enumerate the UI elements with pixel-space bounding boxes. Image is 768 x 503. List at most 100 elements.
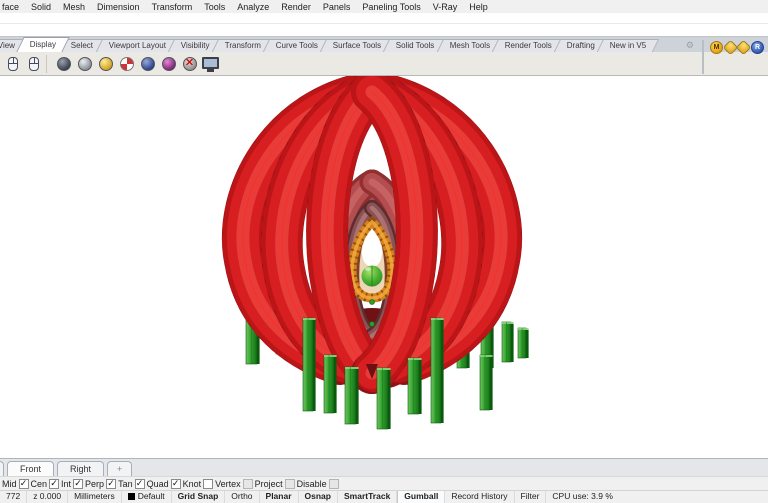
osnap-label: Cen [30,478,48,489]
menu-panels[interactable]: Panels [317,2,357,12]
osnap-mid[interactable]: Mid ✓ [2,478,29,489]
osnap-checkbox-project[interactable] [284,478,295,489]
viewport-tab-right[interactable]: Right [57,461,105,476]
osnap-checkbox-quad[interactable]: ✓ [170,478,181,489]
mouse-right-icon[interactable] [24,54,43,73]
leaf-plank[interactable] [501,321,514,363]
tab-viewport-layout[interactable]: Viewport Layout [95,39,180,52]
fullscreen-monitor-icon[interactable] [201,54,220,73]
tab-label: Solid Tools [395,41,435,50]
viewport-tab-partial[interactable] [0,461,4,476]
statusbar-filter[interactable]: Filter [515,490,547,503]
viewport-front[interactable] [0,76,768,458]
new-viewport-tab[interactable]: + [107,461,133,476]
menu-mesh[interactable]: Mesh [57,2,91,12]
display-toolbar: ✕ [0,52,768,76]
shaded-viewport-icon[interactable] [75,54,94,73]
tab-label: Display [29,40,57,49]
tab-label: Visibility [180,41,210,50]
osnap-knot[interactable]: Knot [182,478,214,489]
leaf-plank[interactable] [376,367,391,430]
menu-dimension[interactable]: Dimension [91,2,146,12]
menu-v-ray[interactable]: V-Ray [427,2,464,12]
osnap-tan[interactable]: Tan ✓ [118,478,145,489]
statusbar-planar[interactable]: Planar [260,490,299,503]
status-bar: 772 z 0.000 Millimeters Default Grid Snap Ort… [0,490,768,503]
osnap-bar: Mid ✓ Cen ✓ Int ✓ Perp ✓ Tan ✓ Quad ✓ Knot Vertex Proj… [0,476,768,490]
leaf-plank[interactable] [479,354,493,411]
leaf-plank[interactable] [302,317,316,412]
rose-3d-model [0,76,529,430]
osnap-checkbox-int[interactable]: ✓ [73,478,84,489]
osnap-disable[interactable]: Disable [297,478,339,489]
osnap-quad[interactable]: Quad ✓ [146,478,181,489]
stem-node [369,321,375,327]
osnap-checkbox-knot[interactable] [203,478,214,489]
red-x-glyph: ✕ [184,57,195,69]
leaf-plank[interactable] [323,354,337,414]
osnap-int[interactable]: Int ✓ [61,478,84,489]
osnap-checkbox-vertex[interactable] [242,478,253,489]
menu-analyze[interactable]: Analyze [231,2,275,12]
menu-solid[interactable]: Solid [25,2,57,12]
rendered-viewport-icon[interactable] [96,54,115,73]
menu-transform[interactable]: Transform [146,2,199,12]
tab-label: Mesh Tools [449,41,490,50]
statusbar-record-history[interactable]: Record History [445,490,515,503]
osnap-label: Quad [146,478,169,489]
osnap-vertex[interactable]: Vertex [215,478,253,489]
leaf-plank[interactable] [344,366,359,425]
statusbar-ortho[interactable]: Ortho [225,490,260,503]
menu-tools[interactable]: Tools [198,2,231,12]
tab-label: Transform [224,41,261,50]
gear-icon[interactable]: ⚙ [686,39,694,52]
menu-help[interactable]: Help [463,2,494,12]
osnap-label: Knot [182,478,202,489]
layer-pane[interactable]: Default [122,490,172,503]
osnap-checkbox-tan[interactable]: ✓ [134,478,145,489]
viewport-tab-front[interactable]: Front [7,461,55,476]
osnap-label: Tan [118,478,133,489]
osnap-project[interactable]: Project [254,478,295,489]
technical-viewport-icon[interactable] [159,54,178,73]
osnap-checkbox-cen[interactable]: ✓ [49,478,60,489]
toolbar-separator [46,54,51,73]
tab-display[interactable]: Display [16,37,71,52]
xray-viewport-icon[interactable] [138,54,157,73]
statusbar-gumball[interactable]: Gumball [397,490,446,503]
osnap-label: Project [254,478,283,489]
mouse-left-icon[interactable] [3,54,22,73]
menu-face[interactable]: face [0,2,25,12]
statusbar-smarttrack[interactable]: SmartTrack [338,490,398,503]
statusbar-grid-snap[interactable]: Grid Snap [172,490,226,503]
command-area[interactable] [0,13,768,37]
osnap-checkbox-disable[interactable] [328,478,339,489]
stem-node [369,299,375,305]
osnap-checkbox-mid[interactable]: ✓ [18,478,29,489]
osnap-checkbox-perp[interactable]: ✓ [106,478,117,489]
vray-toolbar-icon-2[interactable] [735,39,752,56]
wireframe-viewport-icon[interactable] [54,54,73,73]
wireframe-viewport-icon-glyph [56,56,71,71]
leaf-plank[interactable] [517,327,529,359]
tab-new-in-v5[interactable]: New in V5 [596,39,660,52]
vray-render-icon[interactable]: R [751,41,764,54]
hide-display-icon[interactable]: ✕ [180,54,199,73]
tab-label: Viewport Layout [108,41,166,50]
menu-paneling-tools[interactable]: Paneling Tools [356,2,426,12]
leaf-plank[interactable] [407,357,422,415]
osnap-cen[interactable]: Cen ✓ [30,478,60,489]
command-prompt-line[interactable] [0,24,768,35]
osnap-perp[interactable]: Perp ✓ [85,478,117,489]
menu-render[interactable]: Render [275,2,317,12]
tab-label: Render Tools [504,41,552,50]
statusbar-osnap[interactable]: Osnap [299,490,338,503]
mouse-right-icon-glyph [28,56,39,71]
tab-label: Select [71,41,94,50]
ghosted-viewport-icon[interactable] [117,54,136,73]
units-readout[interactable]: Millimeters [68,490,122,503]
toolbar-tab-bar: View Display Select Viewport Layout Visibili… [0,37,768,52]
shaded-viewport-icon-glyph [77,56,92,71]
leaf-plank[interactable] [430,317,444,424]
vray-materials-icon[interactable]: M [710,41,723,54]
